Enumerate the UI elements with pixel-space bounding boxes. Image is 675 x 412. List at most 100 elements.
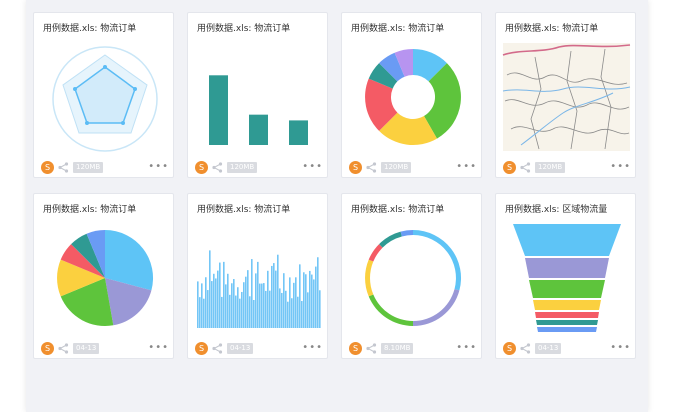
card-footer: S 120MB ••• [41,161,169,175]
bar [249,114,268,145]
area-bar [249,296,251,328]
area-bar [267,270,269,328]
area-bar [255,273,257,328]
card-title: 用例数据.xls: 物流订单 [351,205,445,215]
chart-card-donut[interactable]: 用例数据.xls: 物流订单 S 120MB ••• [341,12,482,178]
area-bar [299,264,301,328]
area-bar [277,254,279,328]
area-bar [205,277,207,328]
date-badge: 04-13 [535,343,562,354]
bar-chart [193,37,324,155]
donut-chart [347,37,478,155]
area-bar [229,294,231,328]
area-bar [221,296,223,328]
area-bar [311,274,313,328]
area-bar [283,273,285,328]
area-bar [223,261,225,328]
avatar[interactable]: S [349,342,362,355]
area-bar [305,274,307,328]
file-size-badge: 8.10MB [381,343,414,354]
area-bar [309,270,311,328]
area-bar [259,283,261,328]
area-bar [237,287,239,328]
more-icon[interactable]: ••• [302,161,323,172]
avatar[interactable]: S [349,161,362,174]
more-icon[interactable]: ••• [456,161,477,172]
area-bar [275,270,277,328]
area-bar [285,290,287,328]
share-icon[interactable] [58,343,69,354]
area-bar [319,290,321,328]
more-icon[interactable]: ••• [456,342,477,353]
area-bar [209,250,211,328]
chart-card-ring[interactable]: 用例数据.xls: 物流订单 S 8.10MB ••• [341,193,482,359]
avatar[interactable]: S [41,342,54,355]
chart-card-map[interactable]: 用例数据.xls: 物流订单 S 120MB ••• [495,12,636,178]
area-bar [239,298,241,328]
area-bar [289,277,291,328]
chart-card-funnel[interactable]: 用例数据.xls: 区域物流量 S 04-13 ••• [495,193,636,359]
area-bar [287,301,289,328]
bar [289,120,308,145]
area-bar [251,259,253,328]
area-bar [219,262,221,328]
avatar[interactable]: S [41,161,54,174]
funnel-chart [501,218,632,336]
card-title: 用例数据.xls: 物流订单 [197,24,291,34]
share-icon[interactable] [520,343,531,354]
area-bar [273,263,275,328]
card-footer: S 120MB ••• [349,161,477,175]
area-bar [247,270,249,328]
area-bar [261,283,263,328]
area-bar [295,277,297,328]
area-bar [197,281,199,328]
share-icon[interactable] [366,162,377,173]
file-size-badge: 120MB [381,162,412,173]
avatar[interactable]: S [503,161,516,174]
area-bar [253,299,255,328]
card-footer: S 04-13 ••• [41,342,169,356]
share-icon[interactable] [212,343,223,354]
more-icon[interactable]: ••• [610,161,631,172]
date-badge: 04-13 [227,343,254,354]
area-bar [281,292,283,328]
area-bar [313,279,315,328]
avatar[interactable]: S [195,342,208,355]
area-bar [317,257,319,328]
card-title: 用例数据.xls: 物流订单 [43,205,137,215]
area-bar [257,261,259,328]
chart-card-radar[interactable]: 用例数据.xls: 物流订单 S 120MB ••• [33,12,174,178]
area-bar [297,296,299,328]
bar [209,75,228,145]
area-bar [307,292,309,328]
area-bar [245,276,247,328]
more-icon[interactable]: ••• [302,342,323,353]
share-icon[interactable] [520,162,531,173]
avatar[interactable]: S [195,161,208,174]
chart-card-bar[interactable]: 用例数据.xls: 物流订单 S 120MB ••• [187,12,328,178]
share-icon[interactable] [212,162,223,173]
share-icon[interactable] [366,343,377,354]
share-icon[interactable] [58,162,69,173]
area-bar [227,273,229,328]
area-bar [241,291,243,328]
radar-chart [39,37,170,155]
card-title: 用例数据.xls: 物流订单 [43,24,137,34]
more-icon[interactable]: ••• [148,342,169,353]
chart-card-area[interactable]: 用例数据.xls: 物流订单 S 04-13 ••• [187,193,328,359]
chart-card-pie[interactable]: 用例数据.xls: 物流订单 S 04-13 ••• [33,193,174,359]
area-bar [291,298,293,328]
more-icon[interactable]: ••• [148,161,169,172]
date-badge: 04-13 [73,343,100,354]
file-size-badge: 120MB [73,162,104,173]
more-icon[interactable]: ••• [610,342,631,353]
pie-chart [39,218,170,336]
area-bar [269,290,271,328]
area-chart [193,218,324,336]
card-title: 用例数据.xls: 物流订单 [505,24,599,34]
area-bar [271,265,273,328]
card-title: 用例数据.xls: 区域物流量 [505,205,608,215]
area-bar [231,283,233,328]
card-footer: S 120MB ••• [503,161,631,175]
avatar[interactable]: S [503,342,516,355]
